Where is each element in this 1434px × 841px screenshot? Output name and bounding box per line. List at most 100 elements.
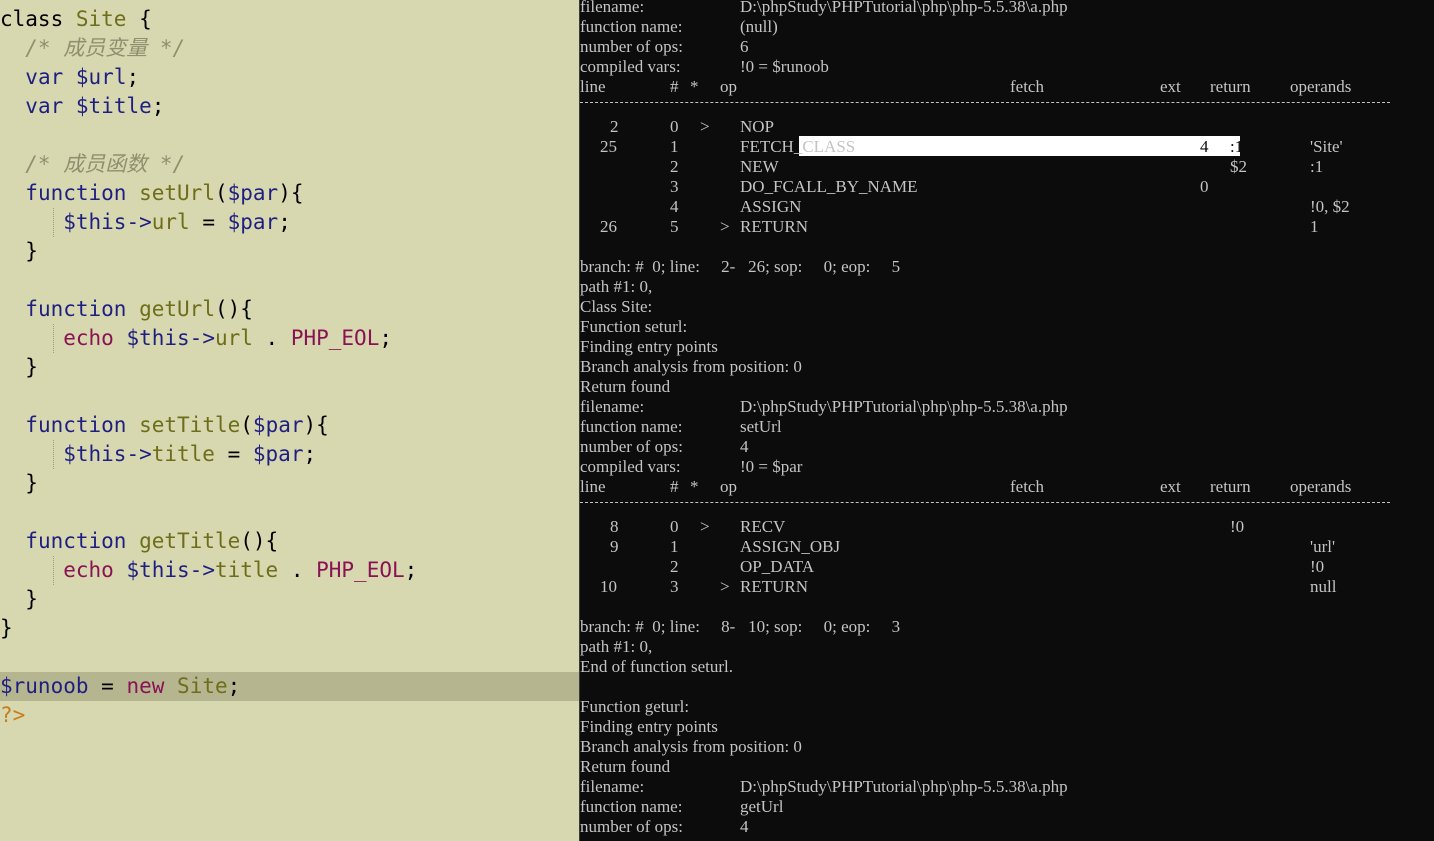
console-text: Function seturl: [580,317,688,336]
code-line[interactable]: class Site { [0,5,152,34]
code-line[interactable]: function getUrl(){ [0,295,253,324]
console-text: branch: # 0; line: 8- 10; sop: 0; eop: 3 [580,617,901,636]
code-token: title [214,558,279,582]
console-line: 25 1 FETCH_CLASS 4:1 'Site' [580,137,1434,157]
console-text: path #1: 0, [580,277,653,296]
indent-guide [53,556,54,585]
console-text: 2 [670,557,679,576]
code-token: $par [252,442,304,466]
code-line[interactable]: /* 成员变量 */ [0,34,185,63]
console-text: function name: [580,417,683,436]
console-text: D:\phpStudy\PHPTutorial\php\php-5.5.38\a… [740,0,1068,16]
console-text: 1 [670,537,679,556]
code-token: setTitle [139,413,241,437]
console-text: ext [1160,477,1181,496]
console-text: 2 [670,157,679,176]
code-token: PHP_EOL [316,558,405,582]
code-token: ( [240,413,253,437]
code-line[interactable]: function setTitle($par){ [0,411,329,440]
console-text: filename: [580,397,645,416]
console-line: function name: getUrl [580,797,1434,817]
console-text: 0 [1200,177,1209,196]
code-token: ; [151,94,165,118]
code-line[interactable]: /* 成员函数 */ [0,150,185,179]
console-text: return [1210,77,1251,96]
code-line[interactable]: } [0,237,38,266]
console-line: 10 3 > RETURN null [580,577,1434,597]
console-text: operands [1290,477,1352,496]
code-line[interactable]: } [0,469,38,498]
code-token: ; [303,442,317,466]
console-text: RECV [740,517,786,536]
code-line[interactable]: $this->title = $par; [0,440,316,469]
console-text: function name: [580,17,683,36]
code-token: { [126,7,152,31]
code-token: -> [126,442,152,466]
console-text: 10 [600,577,617,596]
console-text: OP_DATA [740,557,815,576]
code-token: $par [227,210,279,234]
code-line[interactable]: echo $this->title . PHP_EOL; [0,556,417,585]
code-token: echo [63,558,114,582]
code-token: = [88,674,127,698]
code-line[interactable]: ?> [0,701,25,730]
console-line: compiled vars: !0 = $par [580,457,1434,477]
console-text: branch: # 0; line: 2- 26; sop: 0; eop: 5 [580,257,901,276]
console-text: 4 [740,817,749,836]
console-line: Function geturl: [580,697,1434,717]
code-token: -> [189,326,215,350]
console-text: 6 [740,37,749,56]
console-line: 2 0 > NOP [580,117,1434,137]
code-line[interactable]: } [0,585,38,614]
code-line[interactable]: function getTitle(){ [0,527,278,556]
console-text: !0, $2 [1310,197,1350,216]
console-text: 4 [670,197,679,216]
code-editor-pane[interactable]: class Site { /* 成员变量 */ var $url; var $t… [0,0,579,841]
code-line[interactable]: $runoob = new Site; [0,672,579,701]
console-text: Return found [580,757,671,776]
console-line: branch: # 0; line: 8- 10; sop: 0; eop: 3 [580,617,1434,637]
console-text: Finding entry points [580,337,718,356]
code-token: class [0,7,64,31]
code-token: getUrl [139,297,215,321]
code-line[interactable]: function setUrl($par){ [0,179,303,208]
console-text: 0 [670,117,679,136]
console-line: filename: D:\phpStudy\PHPTutorial\php\php… [580,397,1434,417]
code-token: -> [189,558,215,582]
console-text: Branch analysis from position: 0 [580,737,802,756]
console-text: DO_FCALL_BY_NAME [740,177,918,196]
console-text: number of ops: [580,437,683,456]
code-line[interactable]: } [0,614,13,643]
console-text: line [580,477,606,496]
console-text: number of ops: [580,37,683,56]
code-token: ){ [303,413,329,437]
code-line[interactable]: var $url; [0,63,139,92]
terminal-output-pane[interactable]: filename: D:\phpStudy\PHPTutorial\php\php… [580,0,1434,841]
console-text: op [720,477,737,496]
code-token: . [278,558,317,582]
console-text: getUrl [740,797,784,816]
code-line[interactable]: $this->url = $par; [0,208,291,237]
code-line[interactable]: var $title; [0,92,164,121]
console-text: D:\phpStudy\PHPTutorial\php\php-5.5.38\a… [740,777,1068,796]
code-token: $this [63,210,127,234]
console-line: function name: setUrl [580,417,1434,437]
console-text: 4 [1200,137,1209,156]
console-line: Class Site: [580,297,1434,317]
console-text: > [700,117,710,136]
console-text: path #1: 0, [580,637,653,656]
code-line[interactable]: echo $this->url . PHP_EOL; [0,324,392,353]
code-line[interactable]: } [0,353,38,382]
code-token: } [0,471,38,495]
console-text: !0 [1310,557,1325,576]
console-line: 4 ASSIGN !0, $2 [580,197,1434,217]
